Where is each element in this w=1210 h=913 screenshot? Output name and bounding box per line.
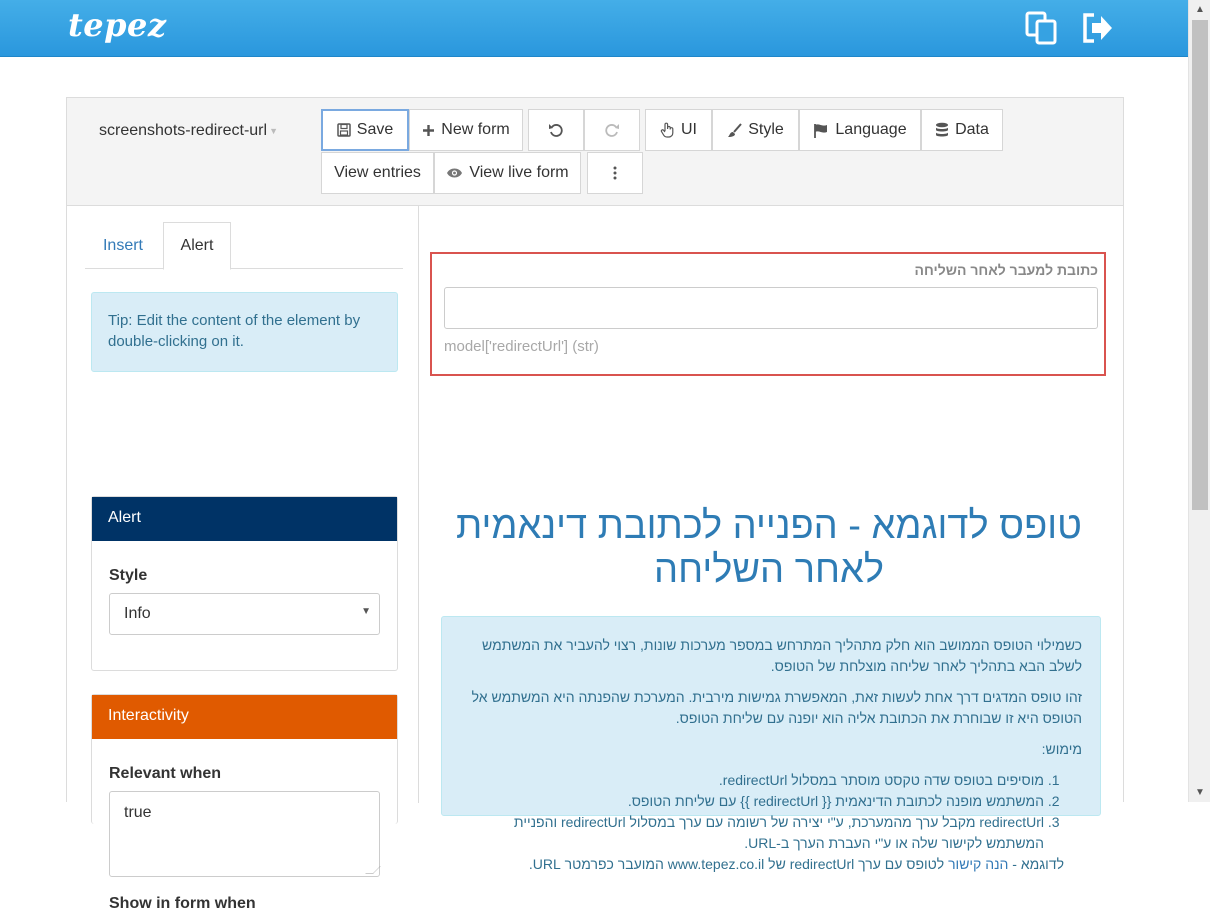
brush-icon <box>728 122 742 137</box>
form-heading: טופס לדוגמא - הפנייה לכתובת דינאמית לאחר… <box>456 505 1082 591</box>
select-arrow-icon: ▼ <box>361 606 371 617</box>
page-scrollbar[interactable]: ▲ ▼ <box>1188 0 1210 802</box>
style-select-value: Info <box>124 605 151 622</box>
redo-icon <box>605 124 619 137</box>
example-prefix: לדוגמא - <box>1012 856 1064 872</box>
list-item: redirectUrl מקבל ערך מהמערכת, ע"י יצירה … <box>460 812 1044 854</box>
floppy-icon <box>337 123 351 137</box>
alert-card: Alert Style Info ▼ <box>91 496 398 671</box>
show-in-form-label: Show in form when <box>109 895 256 912</box>
form-name-label: screenshots-redirect-url <box>99 122 268 139</box>
logout-icon[interactable] <box>1080 10 1116 46</box>
resize-grip-icon[interactable] <box>365 866 381 874</box>
undo-button[interactable] <box>528 109 584 151</box>
form-name-dropdown[interactable]: screenshots-redirect-url ▼ <box>99 122 278 140</box>
database-icon <box>936 122 949 137</box>
top-bar: tepez <box>0 0 1188 57</box>
usage-steps: מוסיפים בטופס שדה טקסט מוסתר במסלול redi… <box>460 770 1082 854</box>
tab-alert[interactable]: Alert <box>163 222 231 270</box>
language-button[interactable]: Language <box>799 109 921 151</box>
data-button[interactable]: Data <box>921 109 1003 151</box>
info-paragraph-1: כשמילוי הטופס הממושב הוא חלק מתהליך המתר… <box>482 637 1082 674</box>
ui-button-label: UI <box>681 121 697 138</box>
relevant-when-input[interactable]: true <box>109 791 381 877</box>
style-select[interactable]: Info ▼ <box>109 593 380 635</box>
relevant-when-value: true <box>124 804 152 821</box>
flag-icon <box>814 123 828 138</box>
plus-icon <box>423 124 435 136</box>
redirect-url-help: model['redirectUrl'] (str) <box>444 338 599 355</box>
eye-icon <box>447 168 463 178</box>
example-suffix: לטופס עם ערך redirectUrl של www.tepez.co… <box>528 856 945 872</box>
tab-insert[interactable]: Insert <box>85 222 161 269</box>
relevant-when-label: Relevant when <box>109 765 222 782</box>
style-button-label: Style <box>748 121 784 138</box>
info-alert[interactable]: כשמילוי הטופס הממושב הוא חלק מתהליך המתר… <box>441 616 1101 872</box>
redirect-url-label: כתובת למעבר לאחר השליחה <box>914 262 1098 278</box>
info-paragraph-2: זהו טופס המדגים דרך אחת לעשות זאת, המאפש… <box>471 689 1082 726</box>
example-link[interactable]: הנה קישור <box>948 856 1008 872</box>
scroll-down-icon[interactable]: ▼ <box>1195 787 1205 798</box>
copy-icon[interactable] <box>1024 10 1060 46</box>
view-live-form-button[interactable]: View live form <box>434 152 581 194</box>
app-logo[interactable]: tepez <box>68 6 167 44</box>
editor-toolbar: screenshots-redirect-url ▼ Save New form … <box>67 98 1123 206</box>
data-button-label: Data <box>955 121 989 138</box>
form-preview: כתובת למעבר לאחר השליחה model['redirectU… <box>419 206 1123 872</box>
save-button[interactable]: Save <box>321 109 409 151</box>
more-options-button[interactable] <box>587 152 643 194</box>
view-entries-button[interactable]: View entries <box>321 152 434 194</box>
redo-button[interactable] <box>584 109 640 151</box>
view-live-form-button-label: View live form <box>469 164 569 181</box>
form-editor-panel: screenshots-redirect-url ▼ Save New form … <box>66 97 1124 912</box>
redirect-url-input[interactable] <box>444 287 1098 329</box>
undo-icon <box>549 124 563 137</box>
example-line: לדוגמא - הנה קישור לטופס עם ערך redirect… <box>460 854 1082 875</box>
new-form-button-label: New form <box>441 121 510 138</box>
interactivity-card: Interactivity Relevant when true Show in… <box>91 694 398 912</box>
scroll-up-icon[interactable]: ▲ <box>1195 4 1205 15</box>
selected-element-outline[interactable]: כתובת למעבר לאחר השליחה model['redirectU… <box>430 252 1106 376</box>
list-item: מוסיפים בטופס שדה טקסט מוסתר במסלול redi… <box>460 770 1044 791</box>
sidebar-tabs: Insert Alert <box>85 222 403 270</box>
save-button-label: Save <box>356 121 394 138</box>
language-button-label: Language <box>835 121 907 138</box>
scroll-thumb[interactable] <box>1192 20 1208 510</box>
style-button[interactable]: Style <box>712 109 799 151</box>
new-form-button[interactable]: New form <box>409 109 523 151</box>
vertical-ellipsis-icon <box>613 166 617 180</box>
alert-card-title: Alert <box>92 497 397 541</box>
properties-sidebar: Insert Alert Tip: Edit the content of th… <box>67 206 419 912</box>
view-entries-button-label: View entries <box>334 164 421 181</box>
interactivity-card-title: Interactivity <box>92 695 397 739</box>
usage-label: מימוש: <box>1041 741 1082 757</box>
tip-alert: Tip: Edit the content of the element by … <box>91 292 398 372</box>
ui-button[interactable]: UI <box>645 109 712 151</box>
style-label: Style <box>109 567 148 584</box>
pointer-hand-icon <box>660 122 674 138</box>
caret-down-icon: ▼ <box>269 125 278 136</box>
